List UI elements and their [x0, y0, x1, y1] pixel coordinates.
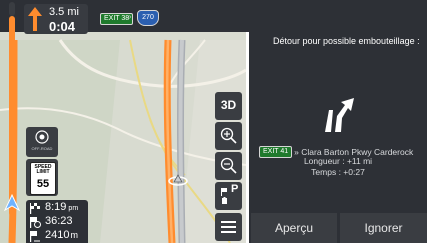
speed-limit-value: 55: [36, 178, 50, 190]
route-shield: 270: [137, 10, 159, 26]
finish-flag-icon: [30, 203, 40, 214]
zoom-out-icon: [220, 157, 237, 174]
direction-separator: »: [127, 12, 132, 21]
position-marker-icon: [3, 193, 21, 212]
preview-button[interactable]: Aperçu: [251, 213, 337, 243]
offroad-label: OFF-ROAD: [31, 146, 53, 151]
remaining-distance-row: 2410m: [29, 229, 87, 243]
remaining-time-value: 36:23: [45, 215, 73, 227]
detour-length: Longueur : +11 mi: [303, 156, 373, 166]
route-progress-cap: [9, 2, 15, 16]
speed-limit-plate: SPEED LIMIT 55: [30, 162, 56, 195]
flag-clock-icon: [30, 217, 41, 228]
speed-limit-label: SPEED LIMIT: [34, 164, 52, 175]
next-turn-panel[interactable]: 3.5 mi 0:04: [24, 4, 88, 34]
top-bar: 3.5 mi 0:04 EXIT 38 » 270: [0, 0, 427, 34]
view-3d-label: 3D: [220, 98, 237, 112]
parking-label: P: [231, 183, 239, 195]
turn-distance: 3.5 mi: [49, 6, 79, 18]
places-button[interactable]: P: [215, 182, 242, 210]
flag-distance-icon: [30, 231, 40, 242]
zoom-in-button[interactable]: [215, 122, 242, 150]
remaining-distance-value: 2410m: [45, 229, 78, 241]
power-icon: [35, 130, 49, 144]
zoom-in-icon: [220, 127, 237, 144]
keep-right-arrow-icon: [325, 98, 354, 132]
eta-value: 8:19 pm: [45, 201, 79, 213]
route-progress-bar: [9, 16, 15, 216]
detour-panel: Détour pour possible embouteillage : EXI…: [249, 32, 427, 243]
menu-icon: [221, 221, 236, 233]
navigation-screen: 3.5 mi 0:04 EXIT 38 » 270 OFF-ROAD SPEED…: [0, 0, 427, 243]
menu-button[interactable]: [215, 213, 242, 241]
detour-time: Temps : +0:27: [311, 167, 365, 177]
speed-limit-sign: SPEED LIMIT 55: [26, 159, 58, 196]
zoom-out-button[interactable]: [215, 152, 242, 180]
view-3d-button[interactable]: 3D: [215, 92, 242, 120]
detour-title: Détour pour possible embouteillage :: [273, 36, 420, 46]
straight-arrow-icon: [28, 7, 42, 31]
eta-row: 8:19 pm: [29, 201, 87, 215]
remaining-time-row: 36:23: [29, 215, 87, 229]
ignore-button[interactable]: Ignorer: [340, 213, 427, 243]
turn-time: 0:04: [49, 19, 76, 34]
trip-stats-panel[interactable]: 8:19 pm 36:23 2410m: [26, 200, 88, 243]
offroad-button[interactable]: OFF-ROAD: [26, 127, 58, 157]
